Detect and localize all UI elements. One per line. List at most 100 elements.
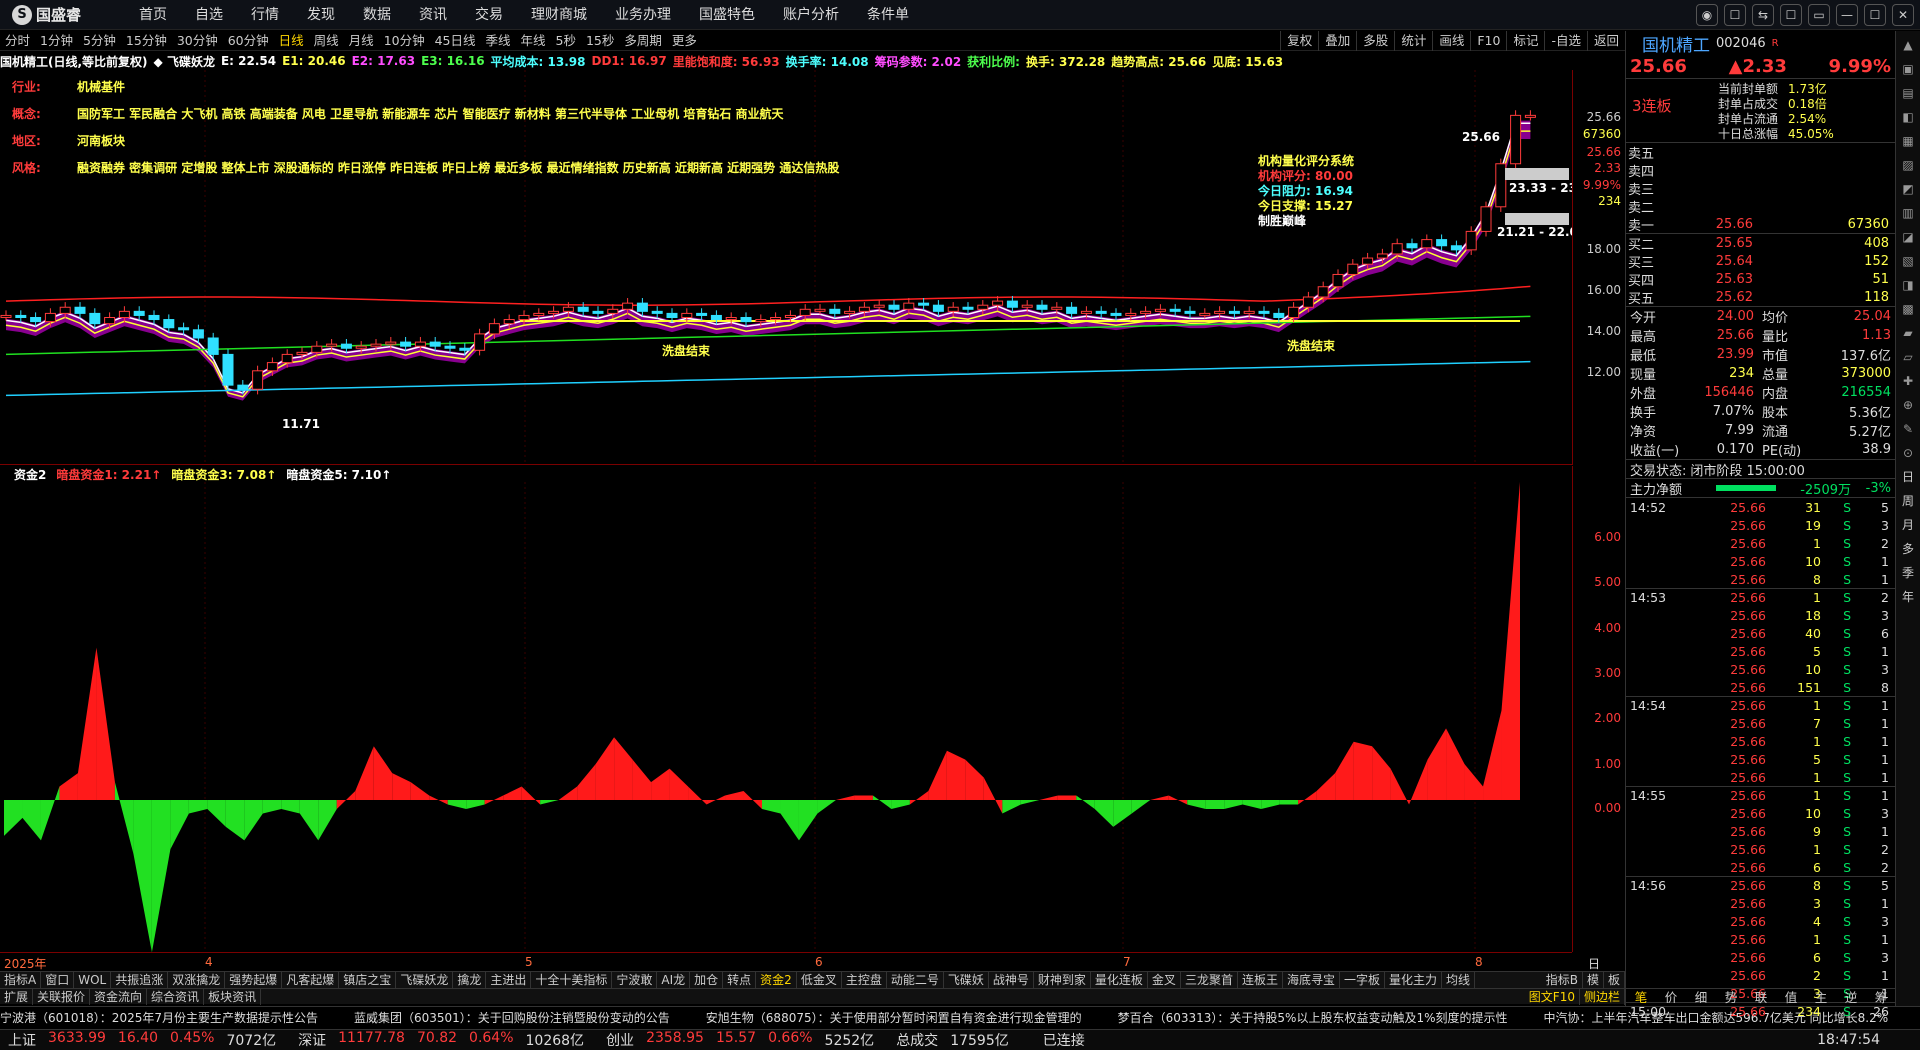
- indicator-tab-17[interactable]: 低金叉: [797, 972, 842, 988]
- indicator-tab-25[interactable]: 三龙聚首: [1181, 972, 1238, 988]
- period-tab-6[interactable]: 日线: [274, 31, 309, 51]
- period-tab-1[interactable]: 1分钟: [35, 31, 78, 51]
- window-control-icon-3[interactable]: ☐: [1780, 4, 1802, 26]
- period-tab-4[interactable]: 30分钟: [172, 31, 223, 51]
- period-tab-5[interactable]: 60分钟: [223, 31, 274, 51]
- window-control-icon-4[interactable]: ▭: [1808, 4, 1830, 26]
- quote-tab-6[interactable]: 主: [1806, 989, 1836, 1006]
- period-tab-9[interactable]: 10分钟: [379, 31, 430, 51]
- window-control-icon-5[interactable]: —: [1836, 4, 1858, 26]
- indicator-tab-24[interactable]: 金叉: [1148, 972, 1181, 988]
- indicator-tab-3[interactable]: 共振追涨: [111, 972, 169, 988]
- side-icon-12[interactable]: ▰: [1898, 323, 1918, 343]
- menu-item-2[interactable]: 行情: [237, 0, 293, 30]
- period-tab-8[interactable]: 月线: [344, 31, 379, 51]
- indicator-tab-1[interactable]: 窗口: [41, 972, 75, 988]
- indicator-tab-8[interactable]: 飞碟妖龙: [396, 972, 454, 988]
- indicator-tab-20[interactable]: 飞碟妖: [944, 972, 989, 988]
- info-tab-4[interactable]: 板块资讯: [204, 988, 262, 1005]
- chart-tool-3[interactable]: 统计: [1394, 31, 1432, 51]
- info-tab-2[interactable]: 资金流向: [90, 988, 148, 1005]
- chart-tool-2[interactable]: 多股: [1356, 31, 1394, 51]
- menu-item-9[interactable]: 国盛特色: [685, 0, 769, 30]
- menu-item-3[interactable]: 发现: [293, 0, 349, 30]
- window-control-icon-7[interactable]: ✕: [1892, 4, 1914, 26]
- chart-tool-6[interactable]: 标记: [1506, 31, 1544, 51]
- sell-level-1[interactable]: 卖四: [1626, 161, 1895, 180]
- side-icon-3[interactable]: ◧: [1898, 107, 1918, 127]
- side-period-2[interactable]: 月: [1898, 515, 1918, 535]
- period-tab-2[interactable]: 5分钟: [78, 31, 121, 51]
- quote-tab-1[interactable]: 价: [1656, 989, 1686, 1006]
- indicator-tab-12[interactable]: 宁波敢: [612, 972, 658, 988]
- menu-item-10[interactable]: 账户分析: [769, 0, 853, 30]
- tick-list[interactable]: 14:52 25.66 31 S 5 25.66 19 S 3 25.66 1 S 2 25.66 10 S 1…: [1626, 498, 1895, 1020]
- menu-item-5[interactable]: 资讯: [405, 0, 461, 30]
- side-icon-15[interactable]: ⊕: [1898, 395, 1918, 415]
- indicator-tab-7[interactable]: 镇店之宝: [339, 972, 397, 988]
- indicator-tab-right-1[interactable]: 模: [1583, 972, 1604, 988]
- side-icon-13[interactable]: ▱: [1898, 347, 1918, 367]
- menu-item-11[interactable]: 条件单: [853, 0, 923, 30]
- sell-level-4[interactable]: 卖一 25.66 67360: [1626, 215, 1895, 234]
- side-icon-6[interactable]: ◩: [1898, 179, 1918, 199]
- menu-item-1[interactable]: 自选: [181, 0, 237, 30]
- indicator-tab-30[interactable]: 均线: [1442, 972, 1476, 988]
- period-tab-14[interactable]: 15秒: [581, 31, 619, 51]
- sell-level-3[interactable]: 卖二: [1626, 197, 1895, 216]
- indicator-tab-23[interactable]: 量化连板: [1091, 972, 1148, 988]
- side-icon-10[interactable]: ◨: [1898, 275, 1918, 295]
- period-tab-10[interactable]: 45日线: [430, 31, 481, 51]
- side-period-0[interactable]: 日: [1898, 467, 1918, 487]
- quote-tab-8[interactable]: 筹: [1866, 989, 1896, 1006]
- quote-tab-4[interactable]: 联: [1746, 989, 1776, 1006]
- news-item-3[interactable]: 梦百合（603313）：关于持股5%以上股东权益变动触及1%刻度的提示性: [1118, 1009, 1508, 1026]
- indicator-tab-19[interactable]: 动能二号: [887, 972, 944, 988]
- side-period-5[interactable]: 年: [1898, 587, 1918, 607]
- sell-level-0[interactable]: 卖五: [1626, 143, 1895, 162]
- quote-tab-0[interactable]: 笔: [1626, 989, 1656, 1006]
- period-tab-3[interactable]: 15分钟: [121, 31, 172, 51]
- buy-level-2[interactable]: 买四 25.63 51: [1626, 270, 1895, 289]
- side-icon-8[interactable]: ◪: [1898, 227, 1918, 247]
- index-group-2[interactable]: 创业 2358.95 15.57 0.66% 5252亿: [606, 1030, 874, 1050]
- period-tab-7[interactable]: 周线: [309, 31, 344, 51]
- indicator-tab-2[interactable]: WOL: [74, 972, 112, 988]
- chart-tool-8[interactable]: 返回: [1586, 31, 1625, 51]
- indicator-tab-right-0[interactable]: 指标B: [1542, 972, 1583, 988]
- window-control-icon-2[interactable]: ⇆: [1752, 4, 1774, 26]
- window-control-icon-1[interactable]: ☐: [1724, 4, 1746, 26]
- window-control-icon-0[interactable]: ◉: [1696, 4, 1718, 26]
- indicator-tab-13[interactable]: AI龙: [657, 972, 691, 988]
- side-icon-1[interactable]: ▣: [1898, 59, 1918, 79]
- side-icon-4[interactable]: ▦: [1898, 131, 1918, 151]
- period-tab-15[interactable]: 多周期: [619, 31, 667, 51]
- side-icon-11[interactable]: ▩: [1898, 299, 1918, 319]
- side-icon-7[interactable]: ▥: [1898, 203, 1918, 223]
- chart-tool-1[interactable]: 叠加: [1318, 31, 1356, 51]
- indicator-tab-18[interactable]: 主控盘: [842, 972, 887, 988]
- info-tab-right-1[interactable]: 侧边栏: [1580, 988, 1625, 1005]
- menu-item-4[interactable]: 数据: [349, 0, 405, 30]
- side-icon-0[interactable]: ▲: [1898, 35, 1918, 55]
- buy-level-0[interactable]: 买二 25.65 408: [1626, 234, 1895, 253]
- chart-tool-5[interactable]: F10: [1470, 31, 1506, 51]
- news-item-0[interactable]: 宁波港（601018）：2025年7月份主要生产数据提示性公告: [0, 1009, 318, 1026]
- period-tab-0[interactable]: 分时: [0, 31, 35, 51]
- chart-tool-7[interactable]: -自选: [1544, 31, 1587, 51]
- info-tab-0[interactable]: 扩展: [0, 988, 34, 1005]
- news-item-2[interactable]: 安旭生物（688075）：关于使用部分暂时闲置自有资金进行现金管理的: [706, 1009, 1082, 1026]
- indicator-tab-16[interactable]: 资金2: [756, 972, 797, 988]
- indicator-tab-right-2[interactable]: 板: [1604, 972, 1625, 988]
- info-tab-3[interactable]: 综合资讯: [147, 988, 205, 1005]
- fund-flow-chart[interactable]: [0, 481, 1572, 953]
- side-period-3[interactable]: 多: [1898, 539, 1918, 559]
- indicator-tab-29[interactable]: 量化主力: [1385, 972, 1443, 988]
- quote-tab-5[interactable]: 值: [1776, 989, 1806, 1006]
- chart-tool-4[interactable]: 画线: [1432, 31, 1470, 51]
- indicator-tab-6[interactable]: 凡客起爆: [282, 972, 340, 988]
- indicator-tab-22[interactable]: 财神到家: [1034, 972, 1091, 988]
- chart-tool-0[interactable]: 复权: [1280, 31, 1318, 51]
- indicator-tab-5[interactable]: 强势起爆: [225, 972, 283, 988]
- side-icon-2[interactable]: ▤: [1898, 83, 1918, 103]
